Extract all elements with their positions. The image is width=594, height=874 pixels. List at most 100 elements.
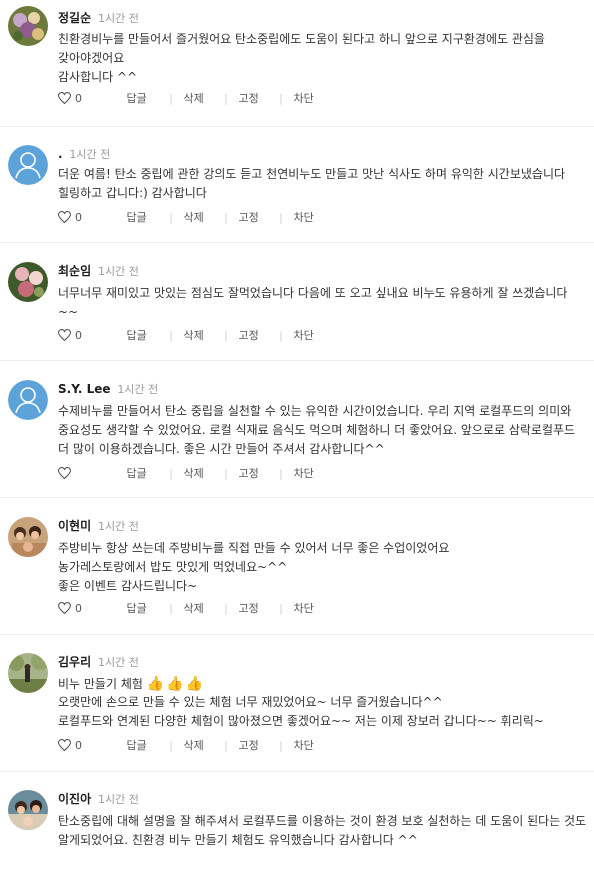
delete-button[interactable]: 삭제 [184,327,214,345]
block-button[interactable]: 차단 [294,327,324,345]
comment-text: 주방비누 항상 쓰는데 주방비누를 직접 만들 수 있어서 너무 좋은 수업이었… [58,541,450,593]
comment-author[interactable]: S.Y. Lee [58,382,111,396]
block-button[interactable]: 차단 [294,209,324,227]
comment-text: 수제비누를 만들어서 탄소 중립을 실천할 수 있는 유익한 시간이었습니다. … [58,404,576,456]
action-divider: | [279,602,283,615]
action-divider: | [224,92,228,105]
person-silhouette-icon [8,380,48,420]
avatar[interactable] [8,653,48,693]
like-button[interactable]: 0 [58,90,98,108]
action-divider: | [224,602,228,615]
action-divider: | [279,211,283,224]
comment-text: 너무너무 재미있고 맛있는 점심도 잘먹었습니다 다음에 또 오고 싶내요 비누… [58,286,568,319]
comment-text: 비누 만들기 체험 [58,677,143,691]
like-button[interactable]: 0 [58,327,98,345]
comment-separator [0,242,594,243]
like-button[interactable]: 0 [58,209,98,227]
comment-time: 1시간 전 [117,383,159,396]
comment-author[interactable]: . [58,147,63,161]
like-button[interactable] [58,465,98,483]
comment-author[interactable]: 최순임 [58,264,91,278]
block-button[interactable]: 차단 [294,600,324,618]
comment-author[interactable]: 김우리 [58,655,91,669]
like-count: 0 [75,92,82,105]
comment-author[interactable]: 정길순 [58,11,91,25]
comment-actions: 0 답글 | 삭제 | 고정 | 차단 [58,209,324,227]
comment-separator [0,126,594,127]
like-count: 0 [75,211,82,224]
reply-button[interactable]: 답글 [127,90,159,108]
block-button[interactable]: 차단 [294,90,324,108]
action-divider: | [224,467,228,480]
avatar[interactable] [8,145,48,185]
pin-button[interactable]: 고정 [239,90,269,108]
like-count: 0 [75,602,82,615]
comment-actions: 답글 | 삭제 | 고정 | 차단 [58,465,324,483]
thumbs-up-icon: 👍👍👍 [146,676,206,692]
comment-actions: 0 답글 | 삭제 | 고정 | 차단 [58,327,324,345]
like-count: 0 [75,329,82,342]
avatar[interactable] [8,517,48,557]
comment-header: . 1시간 전 [58,145,110,163]
comment-time: 1시간 전 [97,793,139,806]
pin-button[interactable]: 고정 [239,600,269,618]
comment-actions: 0 답글 | 삭제 | 고정 | 차단 [58,600,324,618]
comment-author[interactable]: 이진아 [58,792,91,806]
delete-button[interactable]: 삭제 [184,209,214,227]
comment-text: 더운 여름! 탄소 중립에 관한 강의도 듣고 천연비누도 만들고 맛난 식사도… [58,167,566,200]
avatar[interactable] [8,262,48,302]
comment-text: 친환경비누를 만들어서 즐거웠어요 탄소중립에도 도움이 된다고 하니 앞으로 … [58,32,545,84]
delete-button[interactable]: 삭제 [184,737,214,755]
block-button[interactable]: 차단 [294,737,324,755]
action-divider: | [224,739,228,752]
comment-time: 1시간 전 [97,12,139,25]
action-divider: | [169,739,173,752]
like-button[interactable]: 0 [58,737,98,755]
pin-button[interactable]: 고정 [239,465,269,483]
comment-header: S.Y. Lee 1시간 전 [58,380,158,398]
reply-button[interactable]: 답글 [127,465,159,483]
comment-header: 정길순 1시간 전 [58,9,139,27]
comment-header: 김우리 1시간 전 [58,653,139,671]
action-divider: | [279,329,283,342]
reply-button[interactable]: 답글 [127,737,159,755]
reply-button[interactable]: 답글 [127,327,159,345]
action-divider: | [169,467,173,480]
action-divider: | [169,329,173,342]
avatar-flowers-image [8,262,48,302]
avatar[interactable] [8,6,48,46]
avatar[interactable] [8,790,48,830]
heart-outline-icon [58,329,71,341]
comment-text: 오랫만에 손으로 만들 수 있는 체험 너무 재밌었어요~ 너무 즐거웠습니다^… [58,695,544,728]
action-divider: | [279,92,283,105]
pin-button[interactable]: 고정 [239,209,269,227]
comment-separator [0,360,594,361]
comment-header: 이현미 1시간 전 [58,517,139,535]
block-button[interactable]: 차단 [294,465,324,483]
delete-button[interactable]: 삭제 [184,600,214,618]
action-divider: | [279,739,283,752]
comment-separator [0,634,594,635]
action-divider: | [169,92,173,105]
comment-text: 탄소중립에 대해 설명을 잘 해주셔서 로컬푸드를 이용하는 것이 환경 보호 … [58,814,587,847]
like-button[interactable]: 0 [58,600,98,618]
like-count: 0 [75,739,82,752]
comment-header: 이진아 1시간 전 [58,790,139,808]
heart-outline-icon [58,467,71,479]
comment-header: 최순임 1시간 전 [58,262,139,280]
avatar[interactable] [8,380,48,420]
action-divider: | [224,329,228,342]
comment-author[interactable]: 이현미 [58,519,91,533]
action-divider: | [224,211,228,224]
pin-button[interactable]: 고정 [239,327,269,345]
comment-separator [0,497,594,498]
avatar-people-image [8,517,48,557]
delete-button[interactable]: 삭제 [184,90,214,108]
comment-time: 1시간 전 [97,265,139,278]
reply-button[interactable]: 답글 [127,209,159,227]
pin-button[interactable]: 고정 [239,737,269,755]
delete-button[interactable]: 삭제 [184,465,214,483]
reply-button[interactable]: 답글 [127,600,159,618]
action-divider: | [279,467,283,480]
heart-outline-icon [58,211,71,223]
